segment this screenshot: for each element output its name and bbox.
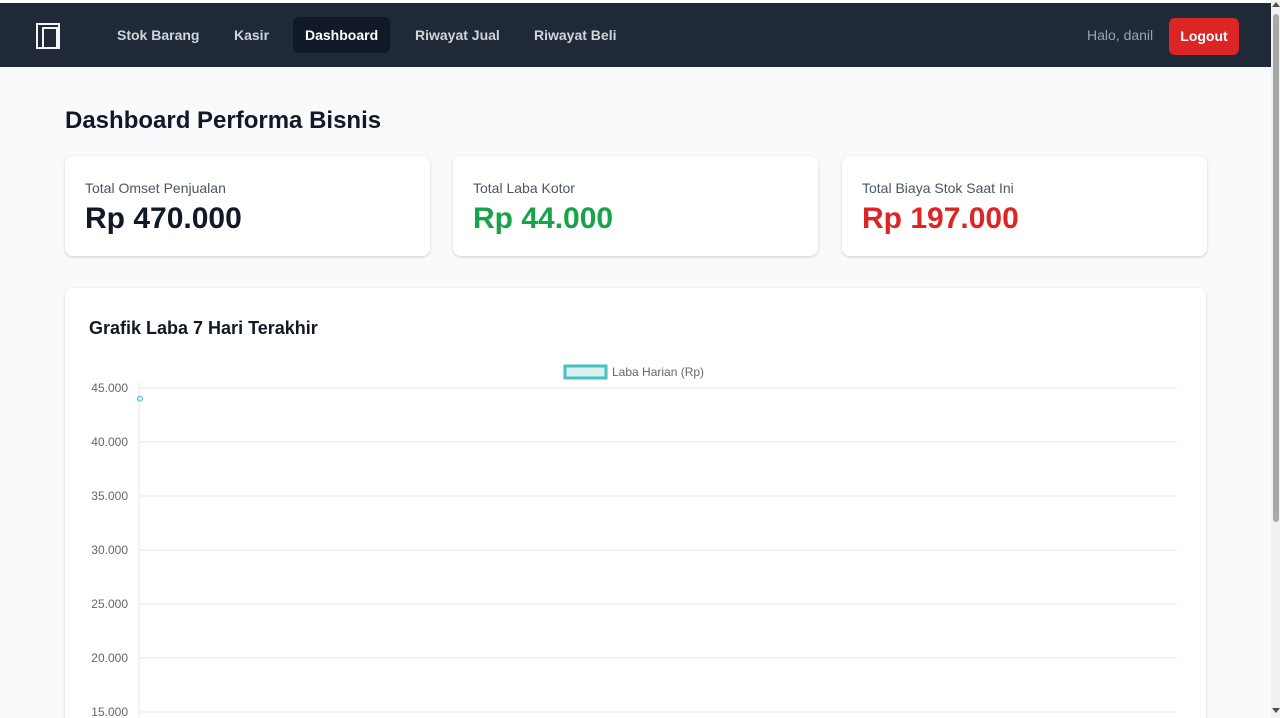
y-tick-label: 40.000 xyxy=(91,435,128,449)
logout-button[interactable]: Logout xyxy=(1169,18,1239,55)
user-greeting: Halo, danil xyxy=(1087,27,1154,43)
scroll-down-icon[interactable] xyxy=(1272,708,1280,713)
stat-card-laba-kotor: Total Laba Kotor Rp 44.000 xyxy=(453,156,818,256)
nav-link-riwayat-jual[interactable]: Riwayat Jual xyxy=(403,17,512,53)
y-tick-label: 25.000 xyxy=(91,597,128,611)
nav-link-dashboard[interactable]: Dashboard xyxy=(293,17,391,53)
stat-value: Rp 197.000 xyxy=(862,202,1019,235)
stat-label: Total Omset Penjualan xyxy=(85,180,226,196)
stat-card-biaya-stok: Total Biaya Stok Saat Ini Rp 197.000 xyxy=(842,156,1207,256)
stat-value: Rp 470.000 xyxy=(85,202,242,235)
main-content: Dashboard Performa Bisnis Total Omset Pe… xyxy=(0,67,1271,718)
building-icon[interactable] xyxy=(36,23,60,49)
y-tick-label: 20.000 xyxy=(91,651,128,665)
y-tick-label: 35.000 xyxy=(91,489,128,503)
page-title: Dashboard Performa Bisnis xyxy=(65,107,382,134)
legend-swatch xyxy=(563,364,608,380)
scrollbar-thumb[interactable] xyxy=(1273,14,1279,522)
stat-label: Total Biaya Stok Saat Ini xyxy=(862,180,1014,196)
stat-label: Total Laba Kotor xyxy=(473,180,575,196)
chart-card: Grafik Laba 7 Hari Terakhir Laba Harian … xyxy=(65,288,1206,718)
scroll-up-icon[interactable] xyxy=(1272,2,1280,7)
stat-value: Rp 44.000 xyxy=(473,202,614,235)
nav-link-kasir[interactable]: Kasir xyxy=(222,17,281,53)
nav-link-riwayat-beli[interactable]: Riwayat Beli xyxy=(522,17,628,53)
y-tick-label: 30.000 xyxy=(91,543,128,557)
y-tick-label: 45.000 xyxy=(91,381,128,395)
nav-link-stok-barang[interactable]: Stok Barang xyxy=(105,17,211,53)
stat-card-omset: Total Omset Penjualan Rp 470.000 xyxy=(65,156,430,256)
legend-label: Laba Harian (Rp) xyxy=(612,365,704,379)
data-point xyxy=(137,395,143,402)
profit-line-chart[interactable]: Laba Harian (Rp) 45.000 40.000 35.000 30.000… xyxy=(65,288,1206,718)
vertical-scrollbar[interactable] xyxy=(1271,0,1280,718)
y-tick-label: 15.000 xyxy=(91,705,128,718)
navbar: Stok Barang Kasir Dashboard Riwayat Jual… xyxy=(0,3,1271,67)
